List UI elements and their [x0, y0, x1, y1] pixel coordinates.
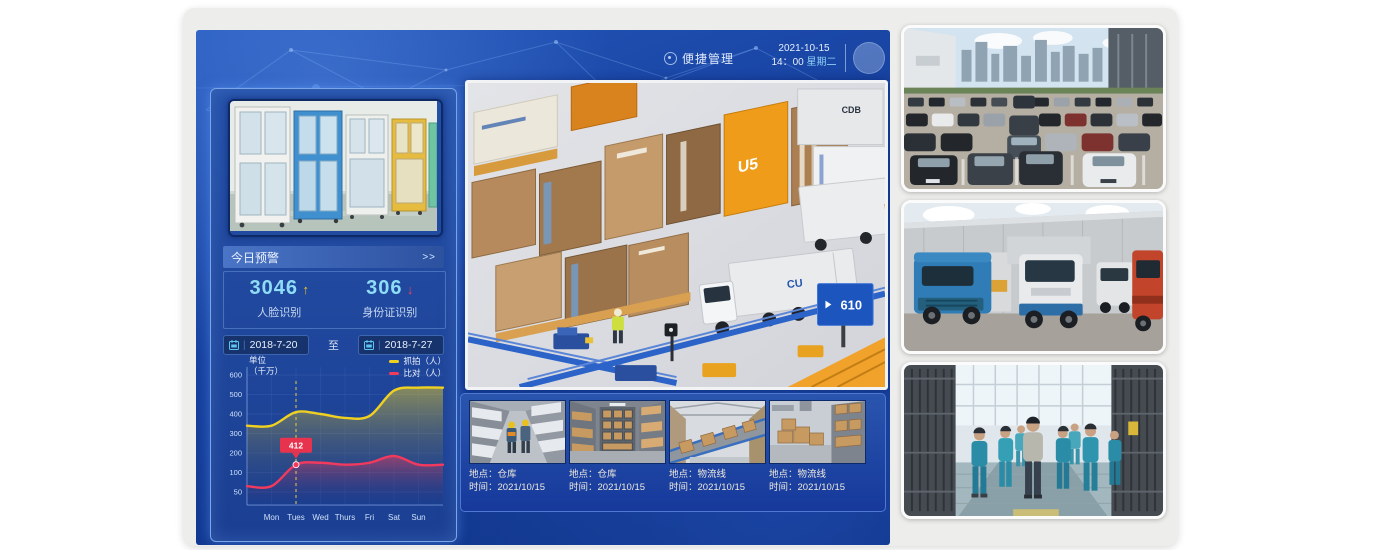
- stat-value: 306: [366, 277, 402, 299]
- alert-stats: 3046 ↑ 人脸识别 306 ↓ 身份证识别: [223, 271, 446, 329]
- svg-text:200: 200: [229, 449, 242, 458]
- camera-feed-1[interactable]: 地点：仓库 时间：2021/10/15: [469, 400, 566, 494]
- trend-up-icon: ↑: [302, 282, 309, 297]
- stat-label: 人脸识别: [224, 304, 335, 320]
- legend-item: 抓拍（人）: [389, 355, 446, 367]
- svg-text:Mon: Mon: [264, 513, 280, 522]
- feed-time: 时间：2021/10/15: [669, 481, 766, 494]
- alert-side-panel: 今日预警 >> 3046 ↑ 人脸识别 306 ↓ 身份证识别: [210, 88, 457, 542]
- user-avatar[interactable]: [853, 42, 885, 74]
- svg-text:Thurs: Thurs: [335, 513, 355, 522]
- stat-face-recognition: 3046 ↑ 人脸识别: [224, 272, 335, 328]
- camera-feed-2[interactable]: 地点：仓库 时间：2021/10/15: [569, 400, 666, 494]
- date-box-divider: |: [243, 340, 246, 351]
- main-warehouse-feed[interactable]: U5 CDB CU: [465, 80, 888, 390]
- app-title-group: 便捷管理: [664, 50, 734, 67]
- stat-id-recognition: 306 ↓ 身份证识别: [335, 272, 446, 328]
- svg-text:Sat: Sat: [388, 513, 401, 522]
- legend-swatch-capture: [389, 360, 399, 363]
- alert-trend-chart[interactable]: 600 500 400 300 200 100 50 Mon Tues Wed Thurs Fri Sa…: [217, 355, 450, 537]
- parking-lot-scene: [904, 28, 1163, 189]
- gate-left: [904, 365, 956, 516]
- workers-gate-scene: [904, 365, 1163, 516]
- feed-location: 地点：仓库: [569, 468, 666, 481]
- app-logo-icon: [664, 52, 677, 65]
- camera-feed-4[interactable]: 地点：物流线 时间：2021/10/15: [769, 400, 866, 494]
- chart-legend: 抓拍（人） 比对（人）: [389, 355, 446, 379]
- svg-text:Wed: Wed: [312, 513, 328, 522]
- stat-label: 身份证识别: [335, 304, 446, 320]
- white-container-label: CDB: [842, 105, 862, 115]
- date-range-separator: 至: [309, 337, 358, 353]
- feed-location: 地点：物流线: [769, 468, 866, 481]
- svg-text:Tues: Tues: [287, 513, 305, 522]
- alert-title: 今日预警: [231, 249, 279, 266]
- calendar-icon: [364, 340, 374, 350]
- feed-thumb-warehouse-boxes: [769, 400, 866, 464]
- parking-lot-photo: [901, 25, 1166, 192]
- header-datetime: 2021-10-15 14：00 星期二: [761, 42, 847, 70]
- warehouse-yard-scene: U5 CDB CU: [468, 83, 885, 387]
- storage-cabinets-photo: [228, 99, 443, 237]
- red-truck: [1132, 250, 1163, 331]
- feed-time: 时间：2021/10/15: [569, 481, 666, 494]
- svg-text:412: 412: [289, 441, 303, 451]
- svg-text:Sun: Sun: [411, 513, 425, 522]
- alert-trend-chart-wrap: 单位 （千万） 抓拍（人） 比对（人） 600 500 400 300 200 100 50…: [217, 355, 450, 537]
- alert-title-bar: 今日预警 >>: [223, 246, 444, 268]
- small-truck: [1097, 262, 1135, 313]
- camera-feed-3[interactable]: 地点：物流线 时间：2021/10/15: [669, 400, 766, 494]
- workers-photo: [901, 362, 1166, 519]
- chart-unit-label: 单位 （千万）: [249, 355, 283, 377]
- header-weekday: 星期二: [807, 57, 837, 68]
- feed-time: 时间：2021/10/15: [769, 481, 866, 494]
- stat-value: 3046: [250, 277, 299, 299]
- dashboard-panel: 便捷管理 2021-10-15 14：00 星期二: [196, 30, 890, 545]
- legend-item: 比对（人）: [389, 367, 446, 379]
- feed-thumb-workers-aisle: [469, 400, 566, 464]
- feed-location: 地点：仓库: [469, 468, 566, 481]
- feed-location: 地点：物流线: [669, 468, 766, 481]
- svg-text:500: 500: [229, 390, 242, 399]
- feed-thumb-conveyor-line: [669, 400, 766, 464]
- header-date: 2021-10-15: [761, 42, 847, 56]
- blue-sign-label: 610: [840, 298, 862, 313]
- camera-feeds-panel: 地点：仓库 时间：2021/10/15: [460, 393, 886, 512]
- calendar-icon: [229, 340, 239, 350]
- date-range-row: | 2018-7-20 至 | 2018-7-27: [223, 335, 444, 355]
- feed-thumb-storage-shelves: [569, 400, 666, 464]
- date-box-divider: |: [378, 340, 381, 351]
- page: 便捷管理 2021-10-15 14：00 星期二: [0, 0, 1400, 550]
- header-divider: [845, 44, 846, 72]
- svg-text:Fri: Fri: [365, 513, 375, 522]
- storage-cabinets-scene: [230, 101, 437, 231]
- trend-down-icon: ↓: [407, 282, 414, 297]
- svg-text:100: 100: [229, 468, 242, 477]
- svg-text:300: 300: [229, 429, 242, 438]
- date-to-picker[interactable]: | 2018-7-27: [358, 335, 444, 355]
- header-time: 14：00: [771, 57, 803, 68]
- white-truck-label: CU: [786, 277, 803, 291]
- date-to-value: 2018-7-27: [385, 339, 433, 351]
- svg-text:50: 50: [234, 488, 242, 497]
- trucks-photo: [901, 200, 1166, 354]
- legend-label: 比对（人）: [403, 367, 446, 379]
- legend-label: 抓拍（人）: [403, 355, 446, 367]
- svg-text:600: 600: [229, 371, 242, 380]
- svg-text:400: 400: [229, 410, 242, 419]
- trucks-scene: [904, 203, 1163, 351]
- date-from-value: 2018-7-20: [250, 339, 298, 351]
- alert-more-link[interactable]: >>: [422, 252, 436, 263]
- date-from-picker[interactable]: | 2018-7-20: [223, 335, 309, 355]
- app-title: 便捷管理: [682, 50, 734, 67]
- feed-time: 时间：2021/10/15: [469, 481, 566, 494]
- legend-swatch-compare: [389, 372, 399, 375]
